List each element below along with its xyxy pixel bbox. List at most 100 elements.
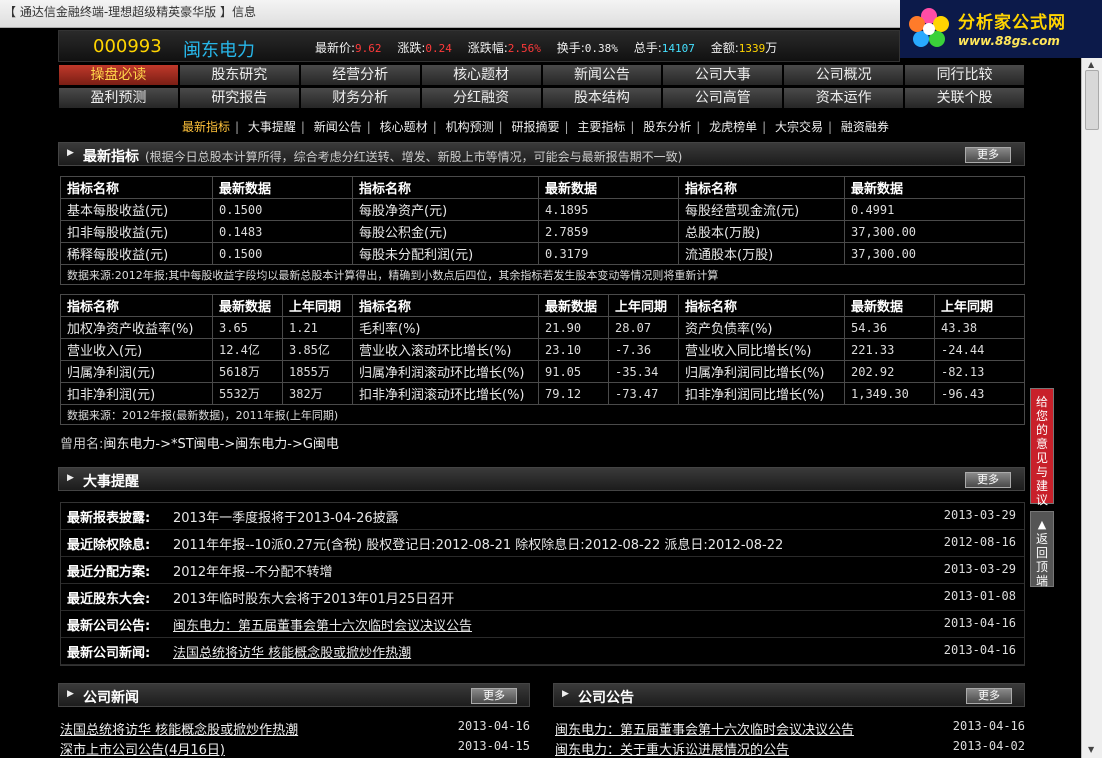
link-latest-indicators[interactable]: 最新指标 bbox=[182, 120, 230, 134]
link-dragon-tiger[interactable]: 龙虎榜单 bbox=[709, 120, 757, 134]
change-pct-label: 涨跌幅: bbox=[467, 41, 508, 55]
nav-tab-yjbg[interactable]: 研究报告 bbox=[178, 87, 300, 109]
event-link[interactable]: 闽东电力：第五届董事会第十六次临时会议决议公告 bbox=[173, 615, 472, 634]
table-row: 归属净利润(元) 5618万 1855万 归属净利润滚动环比增长(%) 91.05 -3… bbox=[60, 360, 1025, 383]
link-inst-forecast[interactable]: 机构预测 bbox=[446, 120, 494, 134]
link-separator: | bbox=[762, 120, 767, 134]
vertical-scrollbar[interactable]: ▲ ▼ bbox=[1081, 58, 1102, 758]
notice-link[interactable]: 闽东电力：第五届董事会第十六次临时会议决议公告 bbox=[555, 719, 854, 738]
nav-row-1: 操盘必读 股东研究 经营分析 核心题材 新闻公告 公司大事 公司概况 同行比较 bbox=[58, 64, 1025, 87]
news-link[interactable]: 法国总统将访华 核能概念股或掀炒作热潮 bbox=[60, 719, 298, 738]
section-events-header: ▶ 大事提醒 更多 bbox=[58, 467, 1025, 491]
event-value: 2013年临时股东大会将于2013年01月25日召开 bbox=[173, 592, 455, 607]
more-button[interactable]: 更多 bbox=[965, 147, 1011, 163]
nav-tab-xwgg[interactable]: 新闻公告 bbox=[541, 64, 663, 86]
cell: 流通股本(万股) bbox=[678, 242, 845, 265]
flower-logo-icon bbox=[909, 8, 949, 47]
section-latest-title: 最新指标 bbox=[83, 149, 139, 165]
cell: 扣非净利润滚动环比增长(%) bbox=[352, 382, 539, 405]
cell: 28.07 bbox=[608, 316, 679, 339]
link-shareholder-analysis[interactable]: 股东分析 bbox=[643, 120, 691, 134]
nav-tab-czbd[interactable]: 操盘必读 bbox=[58, 64, 179, 86]
section-title: 最新指标 (根据今日总股本计算所得，综合考虑分红送转、增发、新股上市等情况，可能会… bbox=[83, 146, 682, 166]
change-value: 0.24 bbox=[425, 42, 452, 55]
link-main-indicators[interactable]: 主要指标 bbox=[577, 120, 625, 134]
event-link[interactable]: 法国总统将访华 核能概念股或掀炒作热潮 bbox=[173, 642, 411, 661]
event-key: 最新公司新闻: bbox=[67, 646, 151, 661]
nav-tab-gsgg[interactable]: 公司高管 bbox=[662, 87, 784, 109]
former-names-value: 闽东电力->*ST闽电->闽东电力->G闽电 bbox=[103, 437, 339, 452]
nav-tab-gdyj[interactable]: 股东研究 bbox=[178, 64, 300, 86]
events-list: 最新报表披露: 2013年一季度报将于2013-04-26披露 2013-03-29… bbox=[60, 502, 1025, 666]
former-names: 曾用名:闽东电力->*ST闽电->闽东电力->G闽电 bbox=[60, 433, 339, 452]
more-button[interactable]: 更多 bbox=[965, 472, 1011, 488]
cell: 0.1483 bbox=[212, 220, 353, 243]
back-to-top-tab[interactable]: ▲ 返回顶端 bbox=[1030, 511, 1054, 588]
back-to-top-label: 返回顶端 bbox=[1036, 532, 1049, 588]
event-value: 2012年年报--不分配不转增 bbox=[173, 565, 333, 580]
table-note-row: 数据来源：2012年报(最新数据)，2011年报(上年同期) bbox=[60, 404, 1025, 425]
turnover-value: 0.38% bbox=[584, 42, 618, 55]
link-separator: | bbox=[300, 120, 305, 134]
nav-tab-gbjg[interactable]: 股本结构 bbox=[541, 87, 663, 109]
event-key: 最近除权除息: bbox=[67, 538, 151, 553]
list-item: 最近股东大会: 2013年临时股东大会将于2013年01月25日召开 2013-01… bbox=[61, 584, 1024, 611]
event-date: 2013-03-29 bbox=[943, 508, 1016, 522]
link-news-notices[interactable]: 新闻公告 bbox=[314, 120, 362, 134]
table-row: 基本每股收益(元) 0.1500 每股净资产(元) 4.1895 每股经营现金流(元… bbox=[60, 198, 1025, 221]
triangle-right-icon: ▶ bbox=[67, 148, 74, 158]
link-research-summary[interactable]: 研报摘要 bbox=[511, 120, 559, 134]
notice-link[interactable]: 闽东电力：关于重大诉讼进展情况的公告 bbox=[555, 739, 789, 758]
link-margin-trading[interactable]: 融资融券 bbox=[841, 120, 889, 134]
col-header: 上年同期 bbox=[282, 294, 353, 317]
event-date: 2013-04-16 bbox=[943, 616, 1016, 630]
nav-tab-thbj[interactable]: 同行比较 bbox=[904, 64, 1025, 86]
nav-tab-cwfx[interactable]: 财务分析 bbox=[299, 87, 421, 109]
link-core-themes[interactable]: 核心题材 bbox=[380, 120, 428, 134]
cell: 营业收入滚动环比增长(%) bbox=[352, 338, 539, 361]
cell: -82.13 bbox=[934, 360, 1025, 383]
nav-tab-hxtc[interactable]: 核心题材 bbox=[420, 64, 542, 86]
col-header: 最新数据 bbox=[538, 294, 609, 317]
nav-tab-fhrz[interactable]: 分红融资 bbox=[420, 87, 542, 109]
feedback-label: 给您的意见与建议 bbox=[1036, 395, 1049, 507]
more-button[interactable]: 更多 bbox=[966, 688, 1012, 704]
cell: 1.21 bbox=[282, 316, 353, 339]
col-header: 最新数据 bbox=[538, 176, 679, 199]
cell: 12.4亿 bbox=[212, 338, 283, 361]
cell: 归属净利润(元) bbox=[60, 360, 213, 383]
link-separator: | bbox=[432, 120, 437, 134]
cell: 0.4991 bbox=[844, 198, 1025, 221]
cell: 扣非每股收益(元) bbox=[60, 220, 213, 243]
nav-tab-ylyc[interactable]: 盈利预测 bbox=[58, 87, 179, 109]
link-major-events[interactable]: 大事提醒 bbox=[248, 120, 296, 134]
link-block-trade[interactable]: 大宗交易 bbox=[775, 120, 823, 134]
table-header-row: 指标名称 最新数据 指标名称 最新数据 指标名称 最新数据 bbox=[60, 176, 1025, 199]
section-latest-header: ▶ 最新指标 (根据今日总股本计算所得，综合考虑分红送转、增发、新股上市等情况，可… bbox=[58, 142, 1025, 166]
more-button[interactable]: 更多 bbox=[471, 688, 517, 704]
nav-tab-zbyz[interactable]: 资本运作 bbox=[783, 87, 905, 109]
news-list: 法国总统将访华 核能概念股或掀炒作热潮 2013-04-16 深市上市公司公告(4… bbox=[60, 717, 530, 758]
scroll-up-icon[interactable]: ▲ bbox=[1088, 60, 1094, 69]
nav-tab-gsgk[interactable]: 公司概况 bbox=[783, 64, 905, 86]
list-item: 深市上市公司公告(4月16日) 2013-04-15 bbox=[60, 737, 530, 758]
site-logo: 分析家公式网 www.88gs.com bbox=[900, 0, 1102, 58]
feedback-tab[interactable]: 给您的意见与建议 bbox=[1030, 388, 1054, 507]
news-link[interactable]: 深市上市公司公告(4月16日) bbox=[60, 739, 225, 758]
col-header: 最新数据 bbox=[212, 176, 353, 199]
nav-tab-gsds[interactable]: 公司大事 bbox=[662, 64, 784, 86]
cell: 37,300.00 bbox=[844, 242, 1025, 265]
amount-value: 1339 bbox=[738, 42, 766, 55]
table-row: 扣非净利润(元) 5532万 382万 扣非净利润滚动环比增长(%) 79.12 -73… bbox=[60, 382, 1025, 405]
nav-tab-glgg[interactable]: 关联个股 bbox=[904, 87, 1025, 109]
scrollbar-thumb[interactable] bbox=[1085, 70, 1099, 130]
col-header: 最新数据 bbox=[844, 176, 1025, 199]
nav-tab-jyfx[interactable]: 经营分析 bbox=[299, 64, 421, 86]
cell: 37,300.00 bbox=[844, 220, 1025, 243]
cell: 23.10 bbox=[538, 338, 609, 361]
event-key: 最新公司公告: bbox=[67, 619, 151, 634]
cell: 91.05 bbox=[538, 360, 609, 383]
cell: 1855万 bbox=[282, 360, 353, 383]
scroll-down-icon[interactable]: ▼ bbox=[1088, 745, 1094, 754]
cell: 54.36 bbox=[844, 316, 935, 339]
